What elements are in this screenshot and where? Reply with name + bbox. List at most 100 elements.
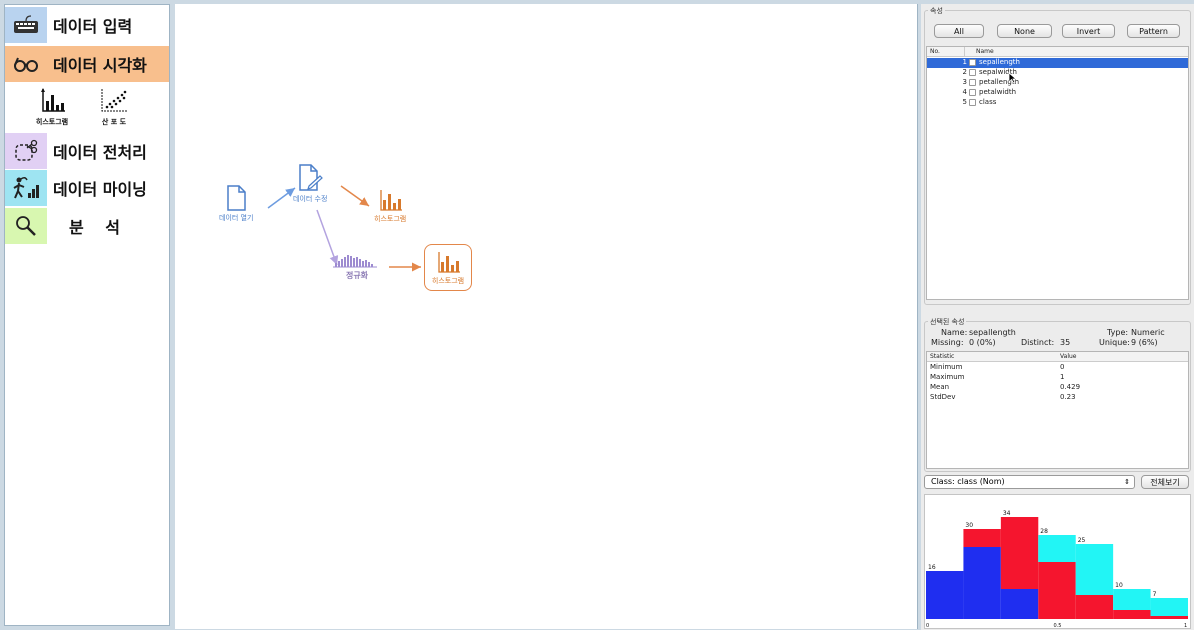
histogram-tick-label: 0 — [926, 623, 929, 628]
statistic-row: Minimum 0 — [927, 363, 1188, 373]
attribute-row[interactable]: 1 sepallength — [927, 58, 1188, 68]
node-data-open[interactable]: 데이터 열기 — [219, 185, 253, 223]
node-normalize[interactable]: 정규화 — [333, 254, 381, 281]
histogram-count-label: 34 — [1003, 510, 1011, 517]
histogram-tool-label: 히스토그램 — [35, 118, 69, 126]
invert-button[interactable]: Invert — [1062, 24, 1115, 38]
histogram-icon — [41, 88, 65, 112]
statistics-table: Statistic Value Minimum 0 Maximum 1 Mean 0.… — [926, 351, 1189, 469]
workflow-canvas[interactable]: 데이터 열기 데이터 수정 히스토그램 정규화 히스토그램 — [175, 4, 918, 629]
attribute-row[interactable]: 2 sepalwidth — [927, 68, 1188, 78]
statistic-name: Mean — [930, 383, 950, 391]
histogram-bar-segment — [1000, 589, 1039, 619]
magnifier-icon — [5, 208, 47, 244]
none-button[interactable]: None — [997, 24, 1052, 38]
statistic-name: Maximum — [930, 373, 965, 381]
attribute-list[interactable]: No. Name 1 sepallength 2 sepalwidth 3 pe… — [926, 46, 1189, 300]
attribute-row[interactable]: 5 class — [927, 98, 1188, 108]
node-label: 히스토그램 — [374, 215, 407, 223]
scatter-icon — [101, 89, 127, 112]
class-select[interactable]: Class: class (Nom) ⇕ — [924, 475, 1135, 489]
attribute-row[interactable]: 3 petallength — [927, 78, 1188, 88]
histogram-tool[interactable]: 히스토그램 — [27, 87, 77, 131]
histogram-count-label: 25 — [1078, 537, 1086, 544]
statistic-row: StdDev 0.23 — [927, 393, 1188, 403]
statistic-value: 0.429 — [1060, 383, 1081, 391]
sidebar-item-data-visualization[interactable]: 데이터 시각화 — [5, 46, 169, 82]
histogram-bar-segment — [1150, 598, 1188, 616]
header-divider — [964, 47, 965, 57]
sidebar-item-label: 분 석 — [69, 218, 129, 237]
header-name: Name — [976, 48, 994, 55]
scatter-tool-label: 산 포 도 — [101, 118, 127, 126]
attribute-no: 3 — [962, 78, 967, 86]
all-button[interactable]: All — [934, 24, 984, 38]
distinct-value: 35 — [1060, 338, 1071, 347]
node-histogram-1[interactable]: 히스토그램 — [374, 188, 406, 224]
histogram-bar-segment — [1113, 589, 1151, 610]
histogram-bar-segment — [1000, 517, 1039, 589]
histogram-bar-segment — [1113, 610, 1151, 619]
sidebar-item-data-input[interactable]: 데이터 입력 — [5, 7, 169, 43]
miner-icon — [5, 170, 47, 206]
attribute-row[interactable]: 4 petalwidth — [927, 88, 1188, 98]
sidebar-item-label: 데이터 마이닝 — [53, 180, 147, 199]
histogram-bar-segment — [926, 571, 964, 619]
class-select-value: Class: class (Nom) — [931, 477, 1005, 486]
histogram-count-label: 30 — [965, 522, 973, 529]
attribute-name: sepallength — [979, 58, 1020, 66]
node-label: 데이터 열기 — [219, 214, 254, 222]
sidebar-item-data-preprocessing[interactable]: 데이터 전처리 — [5, 133, 169, 169]
header-value: Value — [1060, 353, 1077, 360]
sidebar-item-label: 데이터 입력 — [53, 17, 133, 36]
connection-lines — [267, 185, 421, 272]
attribute-list-header: No. Name — [927, 47, 1188, 57]
histogram-tick-label: 1 — [1184, 623, 1187, 628]
histogram-count-label: 28 — [1040, 528, 1048, 535]
scatter-tool[interactable]: 산 포 도 — [89, 87, 139, 131]
unique-value: 9 (6%) — [1131, 338, 1158, 347]
attribute-checkbox[interactable] — [969, 79, 976, 86]
attribute-no: 2 — [962, 68, 967, 76]
histogram-count-label: 10 — [1115, 582, 1123, 589]
sidebar-item-label: 데이터 시각화 — [53, 56, 147, 75]
selected-group-label: 선택된 속성 — [928, 317, 967, 327]
node-label: 정규화 — [345, 271, 369, 280]
statistic-value: 1 — [1060, 373, 1065, 381]
sidebar-item-analysis[interactable]: 분 석 — [5, 208, 169, 244]
sidebar: 데이터 입력 데이터 시각화 히스토그램 산 포 도 데이터 전처리 데이터 마… — [4, 4, 170, 626]
histogram-tick-label: 0.5 — [1054, 623, 1062, 628]
attribute-panel: 속성 All None Invert Pattern No. Name 1 se… — [921, 4, 1194, 630]
attribute-checkbox[interactable] — [969, 59, 976, 66]
attribute-name: class — [979, 98, 997, 106]
scissors-icon — [5, 133, 47, 169]
histogram-chart: 16 30 34 28 25 10 7 0 0.5 1 — [926, 510, 1188, 629]
visualization-tools: 히스토그램 산 포 도 — [5, 87, 169, 131]
statistic-value: 0.23 — [1060, 393, 1076, 401]
attribute-checkbox[interactable] — [969, 89, 976, 96]
keyboard-icon — [5, 7, 47, 43]
histogram-icon — [438, 251, 460, 273]
view-all-button[interactable]: 전체보기 — [1141, 475, 1189, 489]
node-histogram-2[interactable]: 히스토그램 — [424, 244, 472, 291]
document-icon — [227, 185, 246, 211]
attribute-checkbox[interactable] — [969, 99, 976, 106]
pattern-button[interactable]: Pattern — [1127, 24, 1180, 38]
header-no: No. — [930, 48, 940, 55]
sidebar-item-data-mining[interactable]: 데이터 마이닝 — [5, 170, 169, 206]
statistic-name: Minimum — [930, 363, 963, 371]
node-data-edit[interactable]: 데이터 수정 — [293, 164, 327, 204]
sidebar-item-label: 데이터 전처리 — [53, 143, 147, 162]
missing-value: 0 (0%) — [969, 338, 996, 347]
glasses-icon — [5, 46, 47, 82]
attribute-no: 5 — [962, 98, 967, 106]
statistic-row: Mean 0.429 — [927, 383, 1188, 393]
attribute-checkbox[interactable] — [969, 69, 976, 76]
histogram-icon — [380, 190, 403, 211]
mouse-cursor-icon — [1008, 72, 1017, 84]
attribute-no: 4 — [962, 88, 967, 96]
node-label: 히스토그램 — [431, 276, 465, 285]
histogram-count-label: 16 — [928, 564, 936, 571]
chevron-updown-icon: ⇕ — [1124, 478, 1130, 486]
histogram-bar-segment — [1075, 595, 1114, 619]
